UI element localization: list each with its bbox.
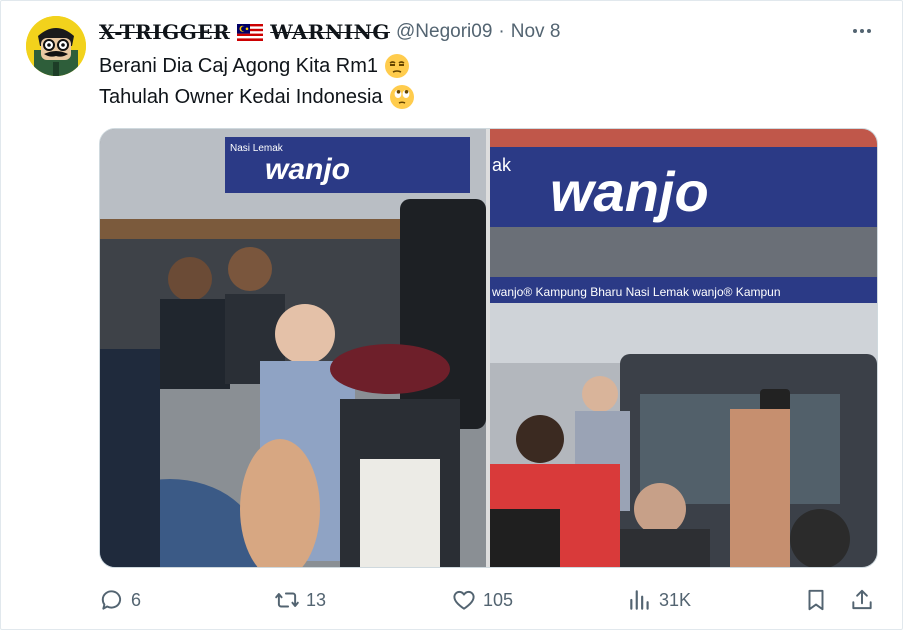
reply-button[interactable]: 6 — [99, 583, 141, 617]
like-button[interactable]: 105 — [451, 583, 513, 617]
tweet-text: Berani Dia Caj Agong Kita Rm1 — [99, 54, 379, 77]
rolling-eyes-face-icon — [389, 85, 414, 109]
reply-count: 6 — [131, 589, 142, 610]
unamused-face-icon — [385, 54, 410, 78]
view-count: 31K — [659, 589, 692, 610]
sign-text: wanjo — [550, 160, 709, 223]
banner-text: wanjo® Kampung Bharu Nasi Lemak wanjo® K… — [491, 285, 781, 299]
retweet-count: 13 — [306, 589, 327, 610]
tweet-header: X-TRIGGER WARNING @Negori09 · Nov 8 — [99, 18, 560, 46]
dot-icon — [860, 29, 864, 33]
tweet-text: Tahulah Owner Kedai Indonesia — [99, 85, 383, 108]
malaysia-flag-icon — [237, 23, 264, 41]
dot-icon — [853, 29, 857, 33]
retweet-icon — [275, 592, 299, 608]
handle[interactable]: @Negori09 — [396, 21, 492, 43]
avatar[interactable] — [26, 16, 86, 76]
retweet-button[interactable]: 13 — [274, 583, 326, 617]
heart-icon — [453, 590, 475, 610]
sign-text: wanjo — [265, 153, 350, 186]
separator: · — [498, 21, 505, 42]
share-icon — [852, 589, 872, 610]
tweet-actions: 6 13 105 31K — [0, 583, 903, 617]
analytics-icon — [630, 590, 649, 610]
reply-icon — [101, 590, 122, 610]
display-name[interactable]: X-TRIGGER — [99, 20, 230, 44]
photo-right[interactable]: ak wanjo wanjo® Kampung Bharu Nasi Lemak… — [490, 129, 877, 567]
tweet-text-line-1: Berani Dia Caj Agong Kita Rm1 — [99, 53, 410, 79]
display-name-suffix[interactable]: WARNING — [270, 20, 390, 44]
sign-prefix-text: ak — [492, 155, 512, 175]
timestamp[interactable]: Nov 8 — [511, 21, 561, 43]
share-button[interactable] — [849, 583, 881, 617]
photo-left[interactable]: Nasi Lemak wanjo — [100, 129, 486, 567]
bookmark-button[interactable] — [803, 583, 835, 617]
bookmark-icon — [808, 589, 824, 611]
dot-icon — [867, 29, 871, 33]
like-count: 105 — [483, 589, 514, 610]
tweet-text-line-2: Tahulah Owner Kedai Indonesia — [99, 84, 415, 110]
tweet-media[interactable]: Nasi Lemak wanjo ak wanjo wanjo® Kampung… — [99, 128, 878, 568]
views-button[interactable]: 31K — [627, 583, 691, 617]
avatar-image — [26, 16, 86, 76]
more-options-button[interactable] — [848, 20, 876, 42]
